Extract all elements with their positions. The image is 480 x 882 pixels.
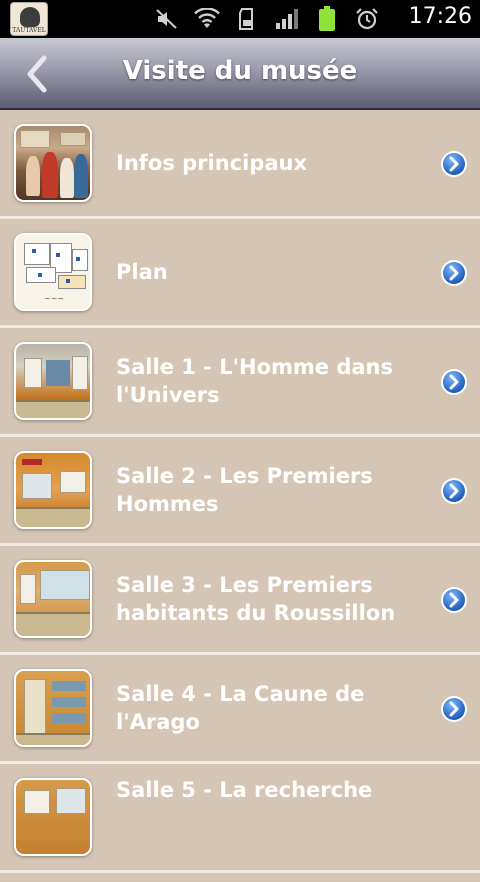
list-item-label: Infos principaux (116, 151, 308, 175)
chevron-right-icon[interactable] (440, 695, 468, 723)
title-bar: Visite du musée (0, 38, 480, 110)
thumb-salle1 (14, 342, 92, 420)
chevron-right-icon[interactable] (440, 259, 468, 287)
thumb-infos (14, 124, 92, 202)
alarm-icon (354, 6, 380, 32)
battery-icon (314, 6, 340, 32)
status-icons (154, 6, 380, 32)
app-figure-graphic (20, 7, 40, 27)
signal-icon (274, 6, 300, 32)
thumb-salle2 (14, 451, 92, 529)
wifi-icon (194, 6, 220, 32)
chevron-right-icon[interactable] (440, 477, 468, 505)
app-badge-text: TAUTAVEL (12, 27, 46, 34)
list-item[interactable]: ~~~ Plan (0, 219, 480, 328)
list-item-label: Salle 2 - Les Premiers Hommes (116, 464, 373, 516)
thumb-salle4 (14, 669, 92, 747)
thumb-salle5 (14, 778, 92, 856)
list-item[interactable]: Infos principaux (0, 110, 480, 219)
list-item[interactable]: Salle 2 - Les Premiers Hommes (0, 437, 480, 546)
list-item[interactable]: Salle 1 - L'Homme dans l'Univers (0, 328, 480, 437)
sd-card-icon (234, 6, 260, 32)
mute-icon (154, 6, 180, 32)
chevron-right-icon[interactable] (440, 150, 468, 178)
list-item-label: Salle 4 - La Caune de l'Arago (116, 682, 365, 734)
list-item-label: Plan (116, 260, 168, 284)
menu-list: Infos principaux ~~~ Plan Salle 1 - L'Ho… (0, 110, 480, 873)
list-item[interactable]: Salle 5 - La recherche (0, 764, 480, 873)
thumb-salle3 (14, 560, 92, 638)
app-notification-icon[interactable]: TAUTAVEL (10, 2, 48, 36)
status-bar: TAUTAVEL 17:26 (0, 0, 480, 38)
list-item[interactable]: Salle 4 - La Caune de l'Arago (0, 655, 480, 764)
list-item[interactable]: Salle 3 - Les Premiers habitants du Rous… (0, 546, 480, 655)
list-item-label: Salle 5 - La recherche (116, 778, 373, 802)
page-title: Visite du musée (122, 56, 358, 86)
status-time: 17:26 (408, 4, 472, 29)
thumb-plan: ~~~ (14, 233, 92, 311)
thumb-plan-signature: ~~~ (44, 294, 65, 303)
list-item-label: Salle 1 - L'Homme dans l'Univers (116, 355, 393, 407)
chevron-right-icon[interactable] (440, 586, 468, 614)
list-item-label: Salle 3 - Les Premiers habitants du Rous… (116, 573, 396, 625)
chevron-right-icon[interactable] (440, 368, 468, 396)
